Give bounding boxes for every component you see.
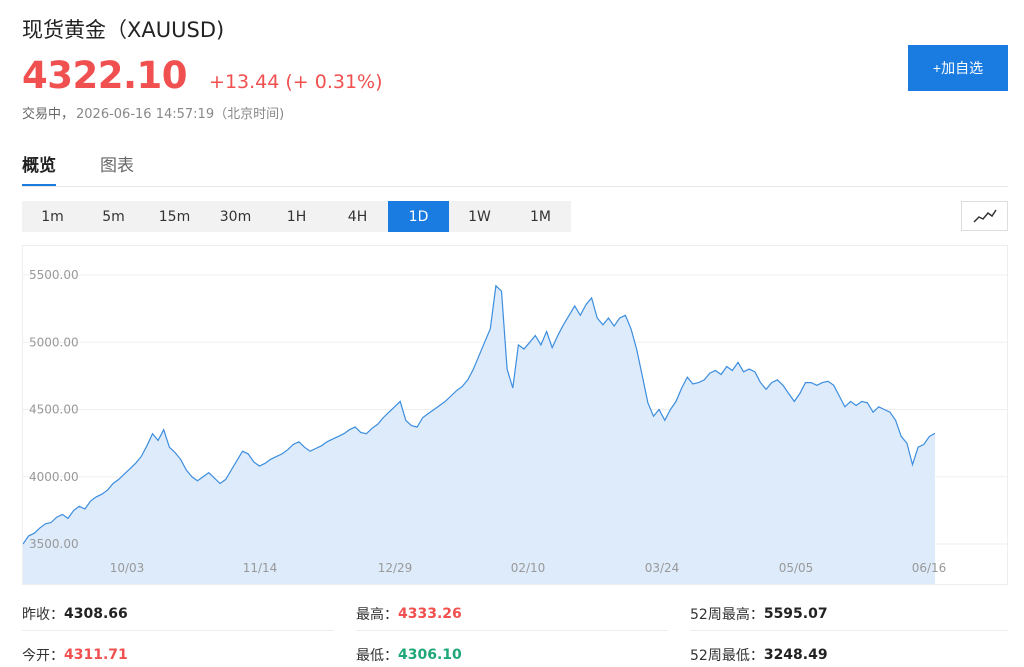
y-tick-label: 5500.00 — [29, 268, 79, 282]
x-tick-label: 10/03 — [110, 561, 145, 575]
stat-row: 昨收： 4308.66 最高： 4333.26 52周最高： 5595.07 — [22, 597, 1008, 638]
series-area — [23, 285, 935, 584]
tab-overview[interactable]: 概览 — [22, 151, 56, 187]
tab-chart[interactable]: 图表 — [100, 151, 134, 187]
x-tick-label: 12/29 — [378, 561, 413, 575]
y-tick-label: 4500.00 — [29, 403, 79, 417]
y-tick-label: 5000.00 — [29, 335, 79, 349]
price-row: 4322.10 +13.44 (+ 0.31%) — [22, 54, 383, 97]
trading-status: 交易中， 2026-06-16 14:57:19（北京时间) — [22, 103, 284, 122]
stat-high: 最高： 4333.26 — [356, 597, 668, 631]
period-1m[interactable]: 1m — [22, 201, 83, 232]
period-15m[interactable]: 15m — [144, 201, 205, 232]
chart-svg: 3500.00 4000.00 4500.00 5000.00 5500.00 10/03… — [23, 268, 1007, 584]
x-tick-label: 05/05 — [779, 561, 814, 575]
period-1d[interactable]: 1D — [388, 201, 449, 232]
y-tick-label: 4000.00 — [29, 470, 79, 484]
price-chart: 3500.00 4000.00 4500.00 5000.00 5500.00 10/03… — [22, 245, 1008, 585]
period-5m[interactable]: 5m — [83, 201, 144, 232]
stat-52w-low: 52周最低： 3248.49 — [690, 638, 1008, 667]
x-tick-label: 02/10 — [511, 561, 546, 575]
y-tick-label: 3500.00 — [29, 537, 79, 551]
x-tick-label: 06/16 — [912, 561, 947, 575]
price-change: +13.44 (+ 0.31%) — [209, 71, 383, 93]
stat-low: 最低： 4306.10 — [356, 638, 668, 667]
x-tick-label: 11/14 — [243, 561, 278, 575]
tab-bar: 概览 图表 — [22, 151, 178, 187]
period-1w[interactable]: 1W — [449, 201, 510, 232]
stat-row: 今开： 4311.71 最低： 4306.10 52周最低： 3248.49 — [22, 638, 1008, 667]
period-4h[interactable]: 4H — [327, 201, 388, 232]
stat-52w-high: 52周最高： 5595.07 — [690, 597, 1008, 631]
timestamp: 2026-06-16 14:57:19（北京时间) — [76, 107, 285, 122]
tabs-divider — [22, 186, 1008, 187]
status-label: 交易中， — [22, 107, 75, 122]
line-chart-icon — [972, 209, 997, 223]
period-30m[interactable]: 30m — [205, 201, 266, 232]
chart-type-button[interactable] — [961, 201, 1008, 231]
x-tick-label: 03/24 — [645, 561, 680, 575]
period-1mo[interactable]: 1M — [510, 201, 571, 232]
stats-panel: 昨收： 4308.66 最高： 4333.26 52周最高： 5595.07 今开： 4… — [22, 597, 1008, 667]
period-1h[interactable]: 1H — [266, 201, 327, 232]
stat-prev-close: 昨收： 4308.66 — [22, 597, 334, 631]
period-selector: 1m 5m 15m 30m 1H 4H 1D 1W 1M — [22, 201, 571, 232]
current-price: 4322.10 — [22, 54, 188, 97]
page-title: 现货黄金（XAUUSD) — [22, 18, 225, 42]
stat-open: 今开： 4311.71 — [22, 638, 334, 667]
add-watchlist-button[interactable]: +加自选 — [908, 45, 1008, 91]
